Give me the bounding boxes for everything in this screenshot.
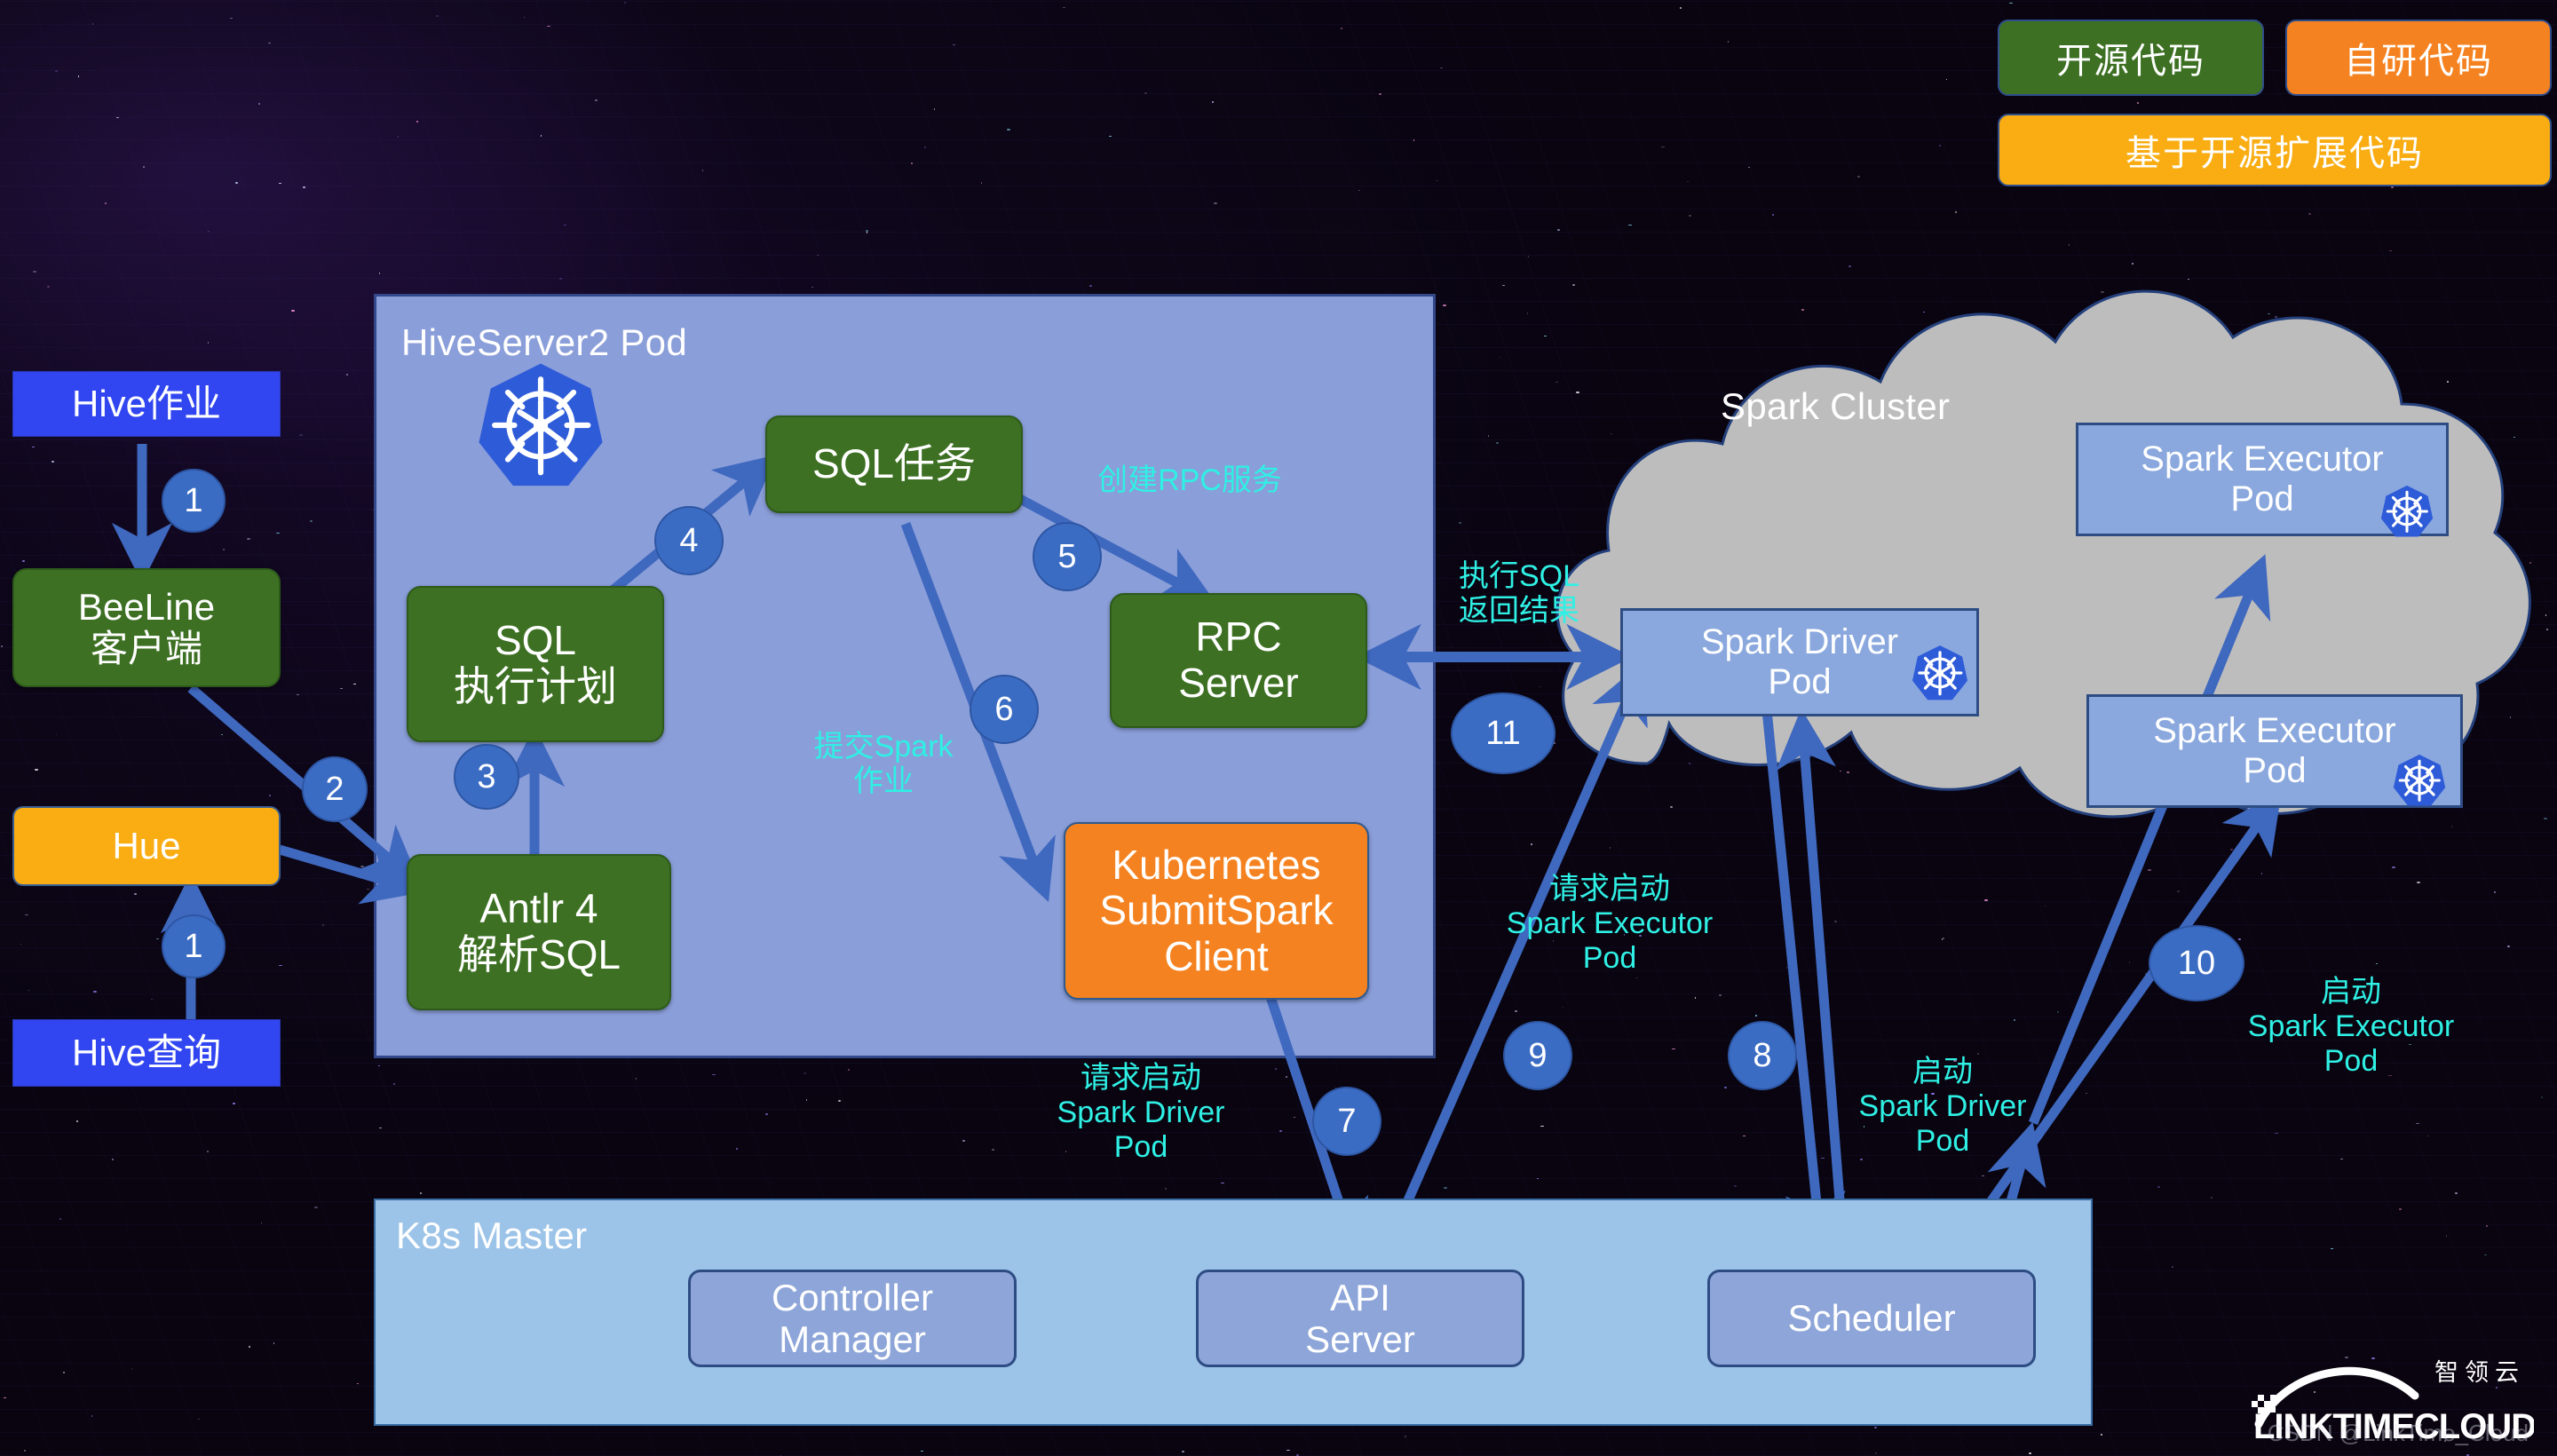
annotation-request-start-executor-pod: 请求启动 Spark Executor Pod (1506, 872, 1714, 975)
logo-watermark: CSDN @LinkTime_Cloud (2267, 1420, 2529, 1446)
kubernetes-icon (2393, 754, 2446, 806)
annotation-start-driver-pod: 启动 Spark Driver Pod (1858, 1055, 2027, 1158)
diagram-canvas: HiveServer2 Pod 开源代码 自研代码 基于开源扩展代码 Hive作… (0, 0, 2557, 1456)
legend-label: 开源代码 (2056, 42, 2205, 81)
legend-self-developed-code: 自研代码 (2285, 20, 2552, 96)
kubernetes-icon (479, 363, 603, 487)
step-badge-5: 5 (1033, 522, 1102, 591)
annotation-request-start-driver-pod: 请求启动 Spark Driver Pod (1057, 1061, 1225, 1164)
hive-query-box: Hive查询 (12, 1019, 281, 1087)
legend-label: 基于开源扩展代码 (2126, 134, 2424, 173)
spark-cluster-title: Spark Cluster (1721, 385, 1951, 427)
annotation-exec-sql-return-result: 执行SQL 返回结果 (1458, 559, 1580, 628)
step-badge-4: 4 (654, 506, 724, 575)
step-badge-1a: 1 (162, 469, 226, 533)
kubernetes-icon (1912, 645, 1968, 700)
antlr-parse-sql-box: Antlr 4 解析SQL (407, 854, 671, 1010)
linktime-cloud-logo: LINKTIMECLOUD 智领云 CSDN @LinkTime_Cloud (2241, 1339, 2534, 1446)
kubernetes-icon (2380, 485, 2434, 537)
hive-job-box: Hive作业 (12, 371, 281, 437)
annotation-start-executor-pod: 启动 Spark Executor Pod (2247, 975, 2455, 1078)
api-server-box: API Server (1196, 1270, 1524, 1367)
hiveserver2-pod-title: HiveServer2 Pod (401, 321, 687, 363)
legend-extended-open-source-code: 基于开源扩展代码 (1998, 114, 2552, 186)
step-badge-3: 3 (454, 744, 519, 810)
sql-task-box: SQL任务 (765, 415, 1023, 513)
step-badge-8: 8 (1728, 1021, 1797, 1090)
step-badge-2: 2 (302, 756, 368, 822)
step-badge-1b: 1 (162, 914, 226, 978)
beeline-client-box: BeeLine 客户端 (12, 568, 281, 687)
sql-execution-plan-box: SQL 执行计划 (407, 586, 664, 742)
annotation-submit-spark-job: 提交Spark 作业 (813, 730, 954, 798)
legend-open-source-code: 开源代码 (1998, 20, 2264, 96)
annotation-create-rpc-service: 创建RPC服务 (1097, 463, 1282, 497)
step-badge-9: 9 (1503, 1021, 1572, 1090)
hue-box: Hue (12, 806, 281, 886)
legend-label: 自研代码 (2344, 42, 2493, 81)
rpc-server-box: RPC Server (1110, 593, 1367, 728)
logo-chinese-text: 智领云 (2434, 1359, 2525, 1386)
scheduler-box: Scheduler (1707, 1270, 2036, 1367)
kubernetes-submit-spark-client-box: Kubernetes SubmitSpark Client (1064, 822, 1369, 1000)
step-badge-6: 6 (970, 675, 1039, 744)
step-badge-10: 10 (2149, 925, 2244, 1001)
k8s-master-title: K8s Master (396, 1215, 588, 1256)
controller-manager-box: Controller Manager (688, 1270, 1017, 1367)
step-badge-11: 11 (1451, 692, 1556, 774)
step-badge-7: 7 (1312, 1087, 1381, 1156)
